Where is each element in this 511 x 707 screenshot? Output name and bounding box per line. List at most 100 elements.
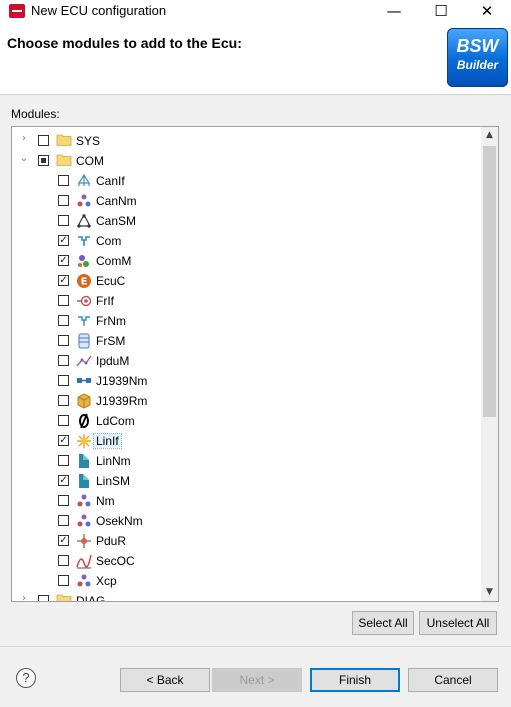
- tree-item-checkbox[interactable]: ✓: [58, 275, 69, 286]
- tree-item-checkbox[interactable]: [58, 575, 69, 586]
- tree-item-checkbox[interactable]: ✓: [58, 255, 69, 266]
- ldcom-icon: [76, 413, 92, 429]
- tree-item-j1939rm[interactable]: J1939Rm: [12, 390, 482, 410]
- tree-item-checkbox[interactable]: [58, 495, 69, 506]
- svg-text:E: E: [81, 277, 88, 288]
- tree-item-checkbox[interactable]: [58, 295, 69, 306]
- maximize-button[interactable]: ☐: [418, 0, 464, 24]
- tree-item-checkbox[interactable]: [58, 195, 69, 206]
- ipdum-icon: [76, 353, 92, 369]
- tree-item-label: LdCom: [96, 414, 135, 428]
- tree-item-com[interactable]: ⌄ COM: [12, 150, 482, 170]
- tree-item-label: IpduM: [96, 354, 130, 368]
- tree-item-pdur[interactable]: ✓ PduR: [12, 530, 482, 550]
- logo-line-2: Builder: [456, 58, 499, 72]
- tree-item-canif[interactable]: CanIf: [12, 170, 482, 190]
- tree-item-secoc[interactable]: SecOC: [12, 550, 482, 570]
- tree-item-checkbox[interactable]: [58, 315, 69, 326]
- bsw-builder-logo: BSW Builder: [447, 28, 508, 87]
- close-button[interactable]: ✕: [464, 0, 510, 24]
- wizard-header: Choose modules to add to the Ecu: BSW Bu…: [0, 24, 511, 95]
- tree-item-checkbox[interactable]: [58, 395, 69, 406]
- tree-item-frnm[interactable]: FrNm: [12, 310, 482, 330]
- tree-item-checkbox[interactable]: [58, 175, 69, 186]
- tree-item-comm[interactable]: ✓ ComM: [12, 250, 482, 270]
- tree-item-checkbox[interactable]: ✓: [58, 535, 69, 546]
- modules-tree[interactable]: › SYS ⌄ COM CanIf CanNm CanSM ✓ Com ✓ ComM ✓ E EcuC Fr…: [11, 126, 499, 602]
- linsm-icon: [76, 473, 92, 489]
- help-icon[interactable]: ?: [16, 668, 36, 688]
- select-all-button[interactable]: Select All: [352, 611, 414, 635]
- tree-item-ldcom[interactable]: LdCom: [12, 410, 482, 430]
- tree-item-checkbox[interactable]: [58, 455, 69, 466]
- tree-item-label: DIAG: [76, 594, 106, 602]
- folder-icon: [56, 593, 72, 601]
- tree-item-label: J1939Rm: [96, 394, 148, 408]
- scrollbar-thumb[interactable]: [483, 146, 496, 417]
- tree-item-checkbox[interactable]: [58, 555, 69, 566]
- tree-item-linif[interactable]: ✓ LinIf: [12, 430, 482, 450]
- tree-item-checkbox[interactable]: [58, 335, 69, 346]
- chevron-right-icon[interactable]: ›: [18, 133, 30, 145]
- tree-item-label: Com: [96, 234, 122, 248]
- tree-item-ipdum[interactable]: IpduM: [12, 350, 482, 370]
- unselect-all-button[interactable]: Unselect All: [419, 611, 497, 635]
- title-bar: New ECU configuration — ☐ ✕: [0, 0, 511, 24]
- frnm-icon: [76, 313, 92, 329]
- tree-item-xcp[interactable]: Xcp: [12, 570, 482, 590]
- tree-item-ecuc[interactable]: ✓ E EcuC: [12, 270, 482, 290]
- tree-item-checkbox[interactable]: [58, 215, 69, 226]
- vertical-scrollbar[interactable]: ▲ ▼: [481, 127, 498, 601]
- scroll-up-arrow-icon[interactable]: ▲: [481, 127, 498, 144]
- tree-item-sys[interactable]: › SYS: [12, 130, 482, 150]
- tree-item-checkbox[interactable]: [58, 515, 69, 526]
- secoc-icon: [76, 553, 92, 569]
- tree-item-oseknm[interactable]: OsekNm: [12, 510, 482, 530]
- tree-item-diag[interactable]: › DIAG: [12, 590, 482, 602]
- tree-item-label: ComM: [96, 254, 132, 268]
- tree-item-label: LinIf: [93, 433, 122, 449]
- finish-button[interactable]: Finish: [310, 668, 400, 692]
- tree-item-label: Xcp: [96, 574, 117, 588]
- linnm-icon: [76, 453, 92, 469]
- frsm-icon: [76, 333, 92, 349]
- tree-item-checkbox[interactable]: [58, 355, 69, 366]
- minimize-button[interactable]: —: [371, 0, 417, 24]
- frif-icon: [76, 293, 92, 309]
- tree-item-label: CanNm: [96, 194, 137, 208]
- tree-item-label: PduR: [96, 534, 127, 548]
- tree-item-label: FrSM: [96, 334, 126, 348]
- tree-item-com[interactable]: ✓ Com: [12, 230, 482, 250]
- cancel-button[interactable]: Cancel: [408, 668, 498, 692]
- tree-item-linnm[interactable]: LinNm: [12, 450, 482, 470]
- tree-item-frsm[interactable]: FrSM: [12, 330, 482, 350]
- j1939rm-icon: [76, 393, 92, 409]
- tree-item-cannm[interactable]: CanNm: [12, 190, 482, 210]
- tree-item-label: J1939Nm: [96, 374, 148, 388]
- tree-item-label: EcuC: [96, 274, 126, 288]
- tree-item-checkbox[interactable]: ✓: [58, 475, 69, 486]
- tree-item-checkbox[interactable]: [38, 135, 49, 146]
- back-button[interactable]: < Back: [120, 668, 210, 692]
- tree-item-frif[interactable]: FrIf: [12, 290, 482, 310]
- tree-item-nm[interactable]: Nm: [12, 490, 482, 510]
- tree-item-j1939nm[interactable]: J1939Nm: [12, 370, 482, 390]
- tree-item-label: FrIf: [96, 294, 114, 308]
- tree-item-cansm[interactable]: CanSM: [12, 210, 482, 230]
- tree-item-label: CanIf: [96, 174, 125, 188]
- tree-item-checkbox[interactable]: [38, 595, 49, 601]
- tree-item-checkbox[interactable]: [38, 155, 49, 166]
- chevron-down-icon[interactable]: ⌄: [18, 153, 30, 165]
- xcp-icon: [76, 573, 92, 589]
- comm-icon: [76, 253, 92, 269]
- tree-item-checkbox[interactable]: ✓: [58, 435, 69, 446]
- chevron-right-icon[interactable]: ›: [18, 593, 30, 601]
- tree-item-checkbox[interactable]: ✓: [58, 235, 69, 246]
- scroll-down-arrow-icon[interactable]: ▼: [481, 584, 498, 601]
- com-icon: [76, 233, 92, 249]
- modules-label: Modules:: [11, 107, 60, 121]
- next-button[interactable]: Next >: [212, 668, 302, 692]
- tree-item-linsm[interactable]: ✓ LinSM: [12, 470, 482, 490]
- tree-item-checkbox[interactable]: [58, 415, 69, 426]
- tree-item-checkbox[interactable]: [58, 375, 69, 386]
